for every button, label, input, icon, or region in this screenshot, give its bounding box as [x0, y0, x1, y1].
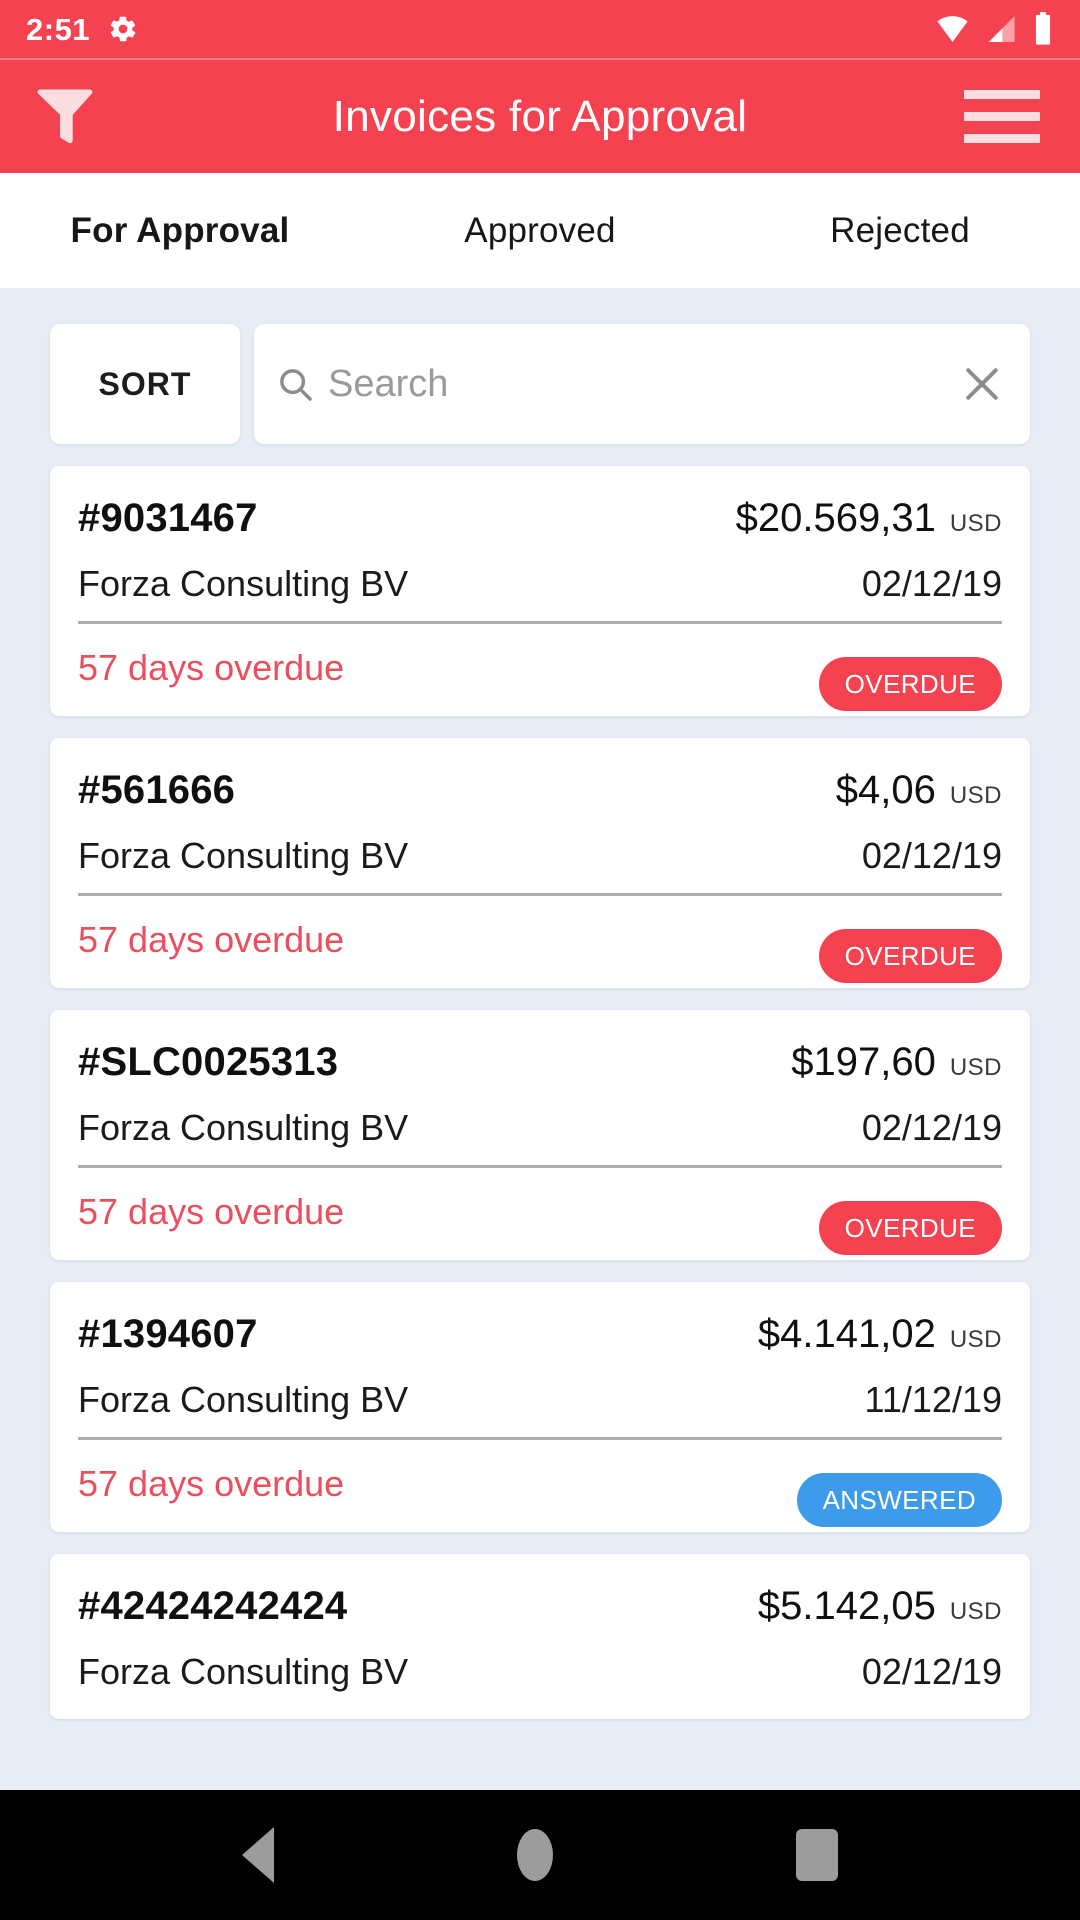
invoice-header-row: #SLC0025313 $197,60 USD	[78, 1028, 1002, 1095]
status-badge: OVERDUE	[818, 929, 1002, 983]
invoice-vendor: Forza Consulting BV	[78, 1107, 409, 1148]
invoice-number: #9031467	[78, 496, 258, 540]
tab-bar: For Approval Approved Rejected	[0, 173, 1080, 288]
invoice-card[interactable]: #42424242424 $5.142,05 USD Forza Consult…	[50, 1554, 1030, 1719]
invoice-meta-row: Forza Consulting BV 02/12/19	[78, 551, 1002, 615]
invoice-amount: $197,60	[791, 1040, 936, 1084]
invoice-status-row: 57 days overdue OVERDUE	[78, 1168, 1002, 1260]
invoice-date: 02/12/19	[861, 563, 1002, 604]
app-screen: 2:51 Invoices for Approval For Approval …	[0, 0, 1080, 1920]
recents-square-icon[interactable]	[796, 1829, 839, 1881]
hamburger-menu-icon[interactable]	[964, 86, 1040, 148]
wifi-icon	[935, 14, 970, 44]
invoice-number: #1394607	[78, 1312, 258, 1356]
status-bar: 2:51	[0, 0, 1080, 58]
invoice-vendor: Forza Consulting BV	[78, 1651, 409, 1692]
invoice-status-row: 57 days overdue ANSWERED	[78, 1440, 1002, 1532]
invoice-header-row: #9031467 $20.569,31 USD	[78, 484, 1002, 551]
invoice-card[interactable]: #1394607 $4.141,02 USD Forza Consulting …	[50, 1282, 1030, 1532]
sort-button[interactable]: SORT	[50, 324, 240, 444]
tab-rejected[interactable]: Rejected	[720, 211, 1080, 251]
close-x-icon[interactable]	[960, 362, 1004, 406]
invoice-amount: $5.142,05	[757, 1584, 936, 1628]
status-bar-right	[935, 12, 1054, 46]
invoice-card[interactable]: #SLC0025313 $197,60 USD Forza Consulting…	[50, 1010, 1030, 1260]
invoice-header-row: #42424242424 $5.142,05 USD	[78, 1572, 1002, 1639]
invoice-status-text: 57 days overdue	[78, 1463, 345, 1504]
back-triangle-icon[interactable]	[241, 1827, 274, 1883]
invoice-status-row: 57 days overdue OVERDUE	[78, 896, 1002, 988]
menu-bar-3	[964, 134, 1040, 143]
invoice-vendor: Forza Consulting BV	[78, 1379, 409, 1420]
search-bar[interactable]	[254, 324, 1030, 444]
invoice-currency: USD	[949, 1326, 1002, 1353]
invoice-date: 02/12/19	[861, 835, 1002, 876]
invoice-date: 02/12/19	[861, 1107, 1002, 1148]
invoice-amount-group: $4,06 USD	[836, 768, 1002, 813]
invoice-amount-group: $4.141,02 USD	[758, 1312, 1002, 1357]
filter-funnel-icon	[37, 86, 93, 148]
invoice-currency: USD	[949, 1598, 1002, 1625]
cellular-signal-icon	[984, 14, 1018, 44]
invoice-meta-row: Forza Consulting BV 02/12/19	[78, 823, 1002, 887]
invoice-header-row: #1394607 $4.141,02 USD	[78, 1300, 1002, 1367]
invoice-card[interactable]: #9031467 $20.569,31 USD Forza Consulting…	[50, 466, 1030, 716]
battery-icon	[1032, 12, 1054, 46]
invoice-number: #42424242424	[78, 1584, 348, 1628]
invoice-amount: $4.141,02	[757, 1312, 936, 1356]
status-time: 2:51	[26, 11, 91, 47]
invoice-meta-row: Forza Consulting BV 02/12/19	[78, 1095, 1002, 1159]
invoice-status-text: 57 days overdue	[78, 647, 345, 688]
app-bar: Invoices for Approval	[0, 58, 1080, 173]
invoice-status-text: 57 days overdue	[78, 1191, 345, 1232]
invoice-list: #9031467 $20.569,31 USD Forza Consulting…	[0, 444, 1080, 1719]
invoice-currency: USD	[949, 510, 1002, 537]
search-icon	[276, 365, 314, 403]
invoice-vendor: Forza Consulting BV	[78, 835, 409, 876]
filter-button[interactable]	[10, 86, 120, 148]
status-badge: ANSWERED	[796, 1473, 1002, 1527]
invoice-card[interactable]: #561666 $4,06 USD Forza Consulting BV 02…	[50, 738, 1030, 988]
page-title: Invoices for Approval	[332, 91, 748, 141]
invoice-amount-group: $197,60 USD	[791, 1040, 1002, 1085]
invoice-list-panel: SORT Search #9031467 $20.569,31 USD Forz…	[0, 288, 1080, 1790]
search-input[interactable]	[314, 362, 960, 406]
gear-icon	[108, 14, 138, 44]
invoice-currency: USD	[949, 782, 1002, 809]
menu-bar-1	[964, 90, 1040, 99]
invoice-meta-row: Forza Consulting BV 11/12/19	[78, 1367, 1002, 1431]
home-circle-icon[interactable]	[516, 1829, 553, 1881]
invoice-date: 02/12/19	[861, 1651, 1002, 1692]
invoice-amount: $4,06	[835, 768, 936, 812]
status-bar-left: 2:51	[26, 14, 138, 45]
invoice-amount-group: $20.569,31 USD	[736, 496, 1002, 541]
invoice-number: #561666	[78, 768, 236, 812]
invoice-amount: $20.569,31	[735, 496, 936, 540]
invoice-header-row: #561666 $4,06 USD	[78, 756, 1002, 823]
invoice-date: 11/12/19	[864, 1379, 1002, 1420]
tab-for-approval[interactable]: For Approval	[0, 211, 360, 251]
status-badge: OVERDUE	[818, 1201, 1002, 1255]
invoice-number: #SLC0025313	[78, 1040, 339, 1084]
invoice-amount-group: $5.142,05 USD	[758, 1584, 1002, 1629]
invoice-vendor: Forza Consulting BV	[78, 563, 409, 604]
menu-bar-2	[964, 112, 1040, 121]
invoice-status-row: 57 days overdue OVERDUE	[78, 624, 1002, 716]
invoice-status-text: 57 days overdue	[78, 919, 345, 960]
invoice-meta-row: Forza Consulting BV 02/12/19	[78, 1639, 1002, 1719]
invoice-currency: USD	[949, 1054, 1002, 1081]
android-navigation-bar	[0, 1790, 1080, 1920]
list-toolbar: SORT	[0, 288, 1080, 444]
status-badge: OVERDUE	[818, 657, 1002, 711]
tab-approved[interactable]: Approved	[360, 211, 720, 251]
